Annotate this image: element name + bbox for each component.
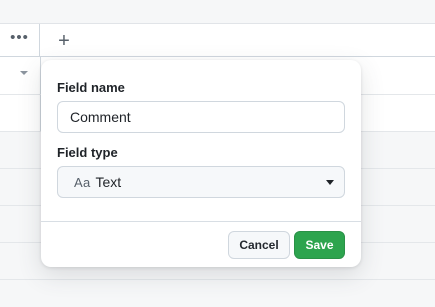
add-field-popover: Field name Field type Aa Text Cancel Sav… (41, 60, 361, 267)
field-name-label: Field name (57, 80, 125, 95)
more-options-icon[interactable]: ••• (0, 24, 40, 56)
row-dropdown-caret-icon[interactable] (20, 71, 28, 75)
cancel-button[interactable]: Cancel (228, 231, 290, 259)
grid-top-area (0, 0, 435, 23)
text-type-icon: Aa (74, 174, 91, 190)
field-type-value: Text (95, 174, 122, 190)
field-name-input[interactable] (57, 101, 345, 133)
save-button[interactable]: Save (294, 231, 345, 259)
row-divider (0, 279, 435, 280)
field-type-select[interactable]: Aa Text (57, 166, 345, 198)
chevron-down-icon (326, 180, 334, 185)
popover-divider (41, 221, 361, 222)
add-field-icon[interactable]: + (52, 29, 76, 53)
field-type-label: Field type (57, 145, 118, 160)
table-header-row: ••• + (0, 23, 435, 57)
